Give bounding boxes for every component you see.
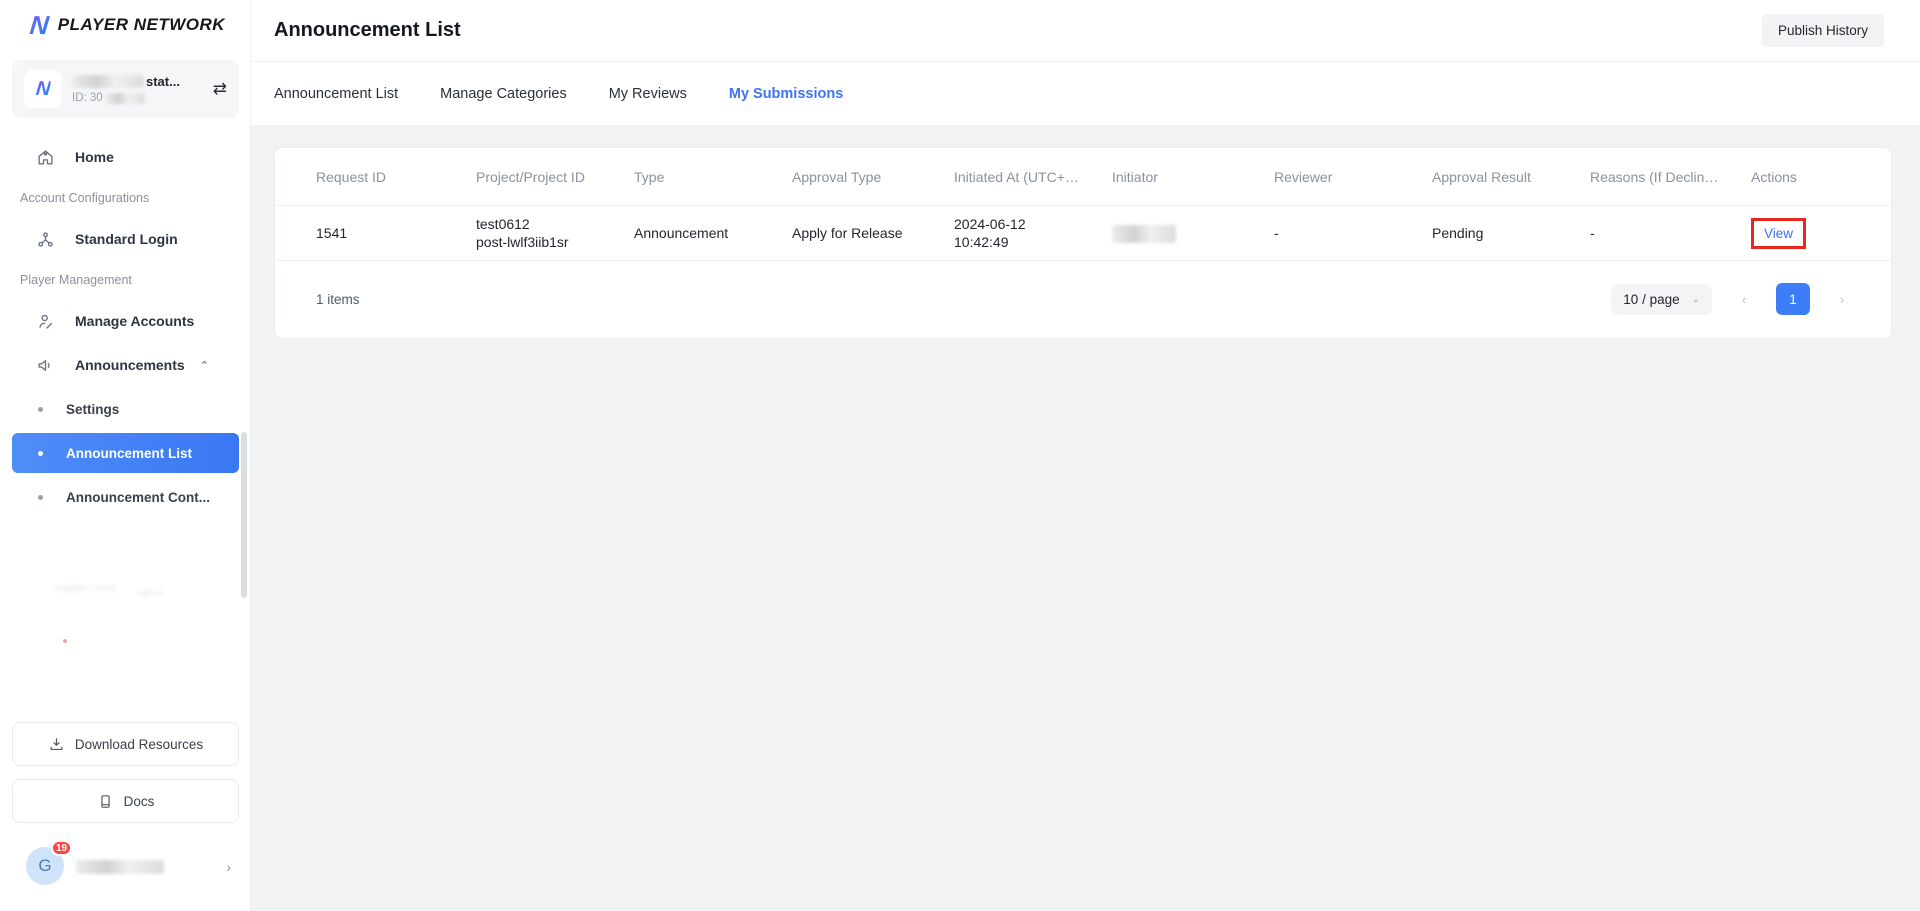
view-link[interactable]: View (1764, 226, 1793, 241)
user-edit-icon (36, 312, 55, 331)
cell-request-id: 1541 (316, 224, 476, 242)
main-content: Announcement List Publish History Announ… (251, 0, 1920, 911)
page-title: Announcement List (274, 19, 461, 42)
total-items-label: 1 items (316, 292, 360, 307)
bullet-icon (38, 407, 43, 412)
sidebar-section-account-configurations: Account Configurations (0, 179, 251, 217)
sidebar-item-announcement-list[interactable]: Announcement List (12, 433, 239, 473)
switch-account-icon[interactable]: ⇄ (213, 79, 227, 99)
col-type: Type (634, 169, 792, 185)
user-name-redacted (76, 860, 164, 874)
sidebar-item-manage-accounts[interactable]: Manage Accounts (0, 299, 251, 343)
table-footer: 1 items 10 / page ⌄ ‹ 1 › (275, 260, 1891, 338)
col-reviewer: Reviewer (1274, 169, 1432, 185)
notification-badge: 19 (51, 840, 72, 856)
col-initiated-at: Initiated At (UTC+… (954, 169, 1112, 185)
tab-my-reviews[interactable]: My Reviews (609, 86, 687, 102)
sidebar-nav: Home Account Configurations Standard Log… (0, 135, 251, 519)
table-row: 1541 test0612 post-lwlf3iib1sr Announcem… (275, 206, 1891, 261)
tab-manage-categories[interactable]: Manage Categories (440, 86, 567, 102)
chevron-up-icon: ⌃ (200, 359, 209, 372)
tab-bar: Announcement List Manage Categories My R… (251, 62, 1920, 125)
next-page-button[interactable]: › (1834, 292, 1850, 307)
page-size-select[interactable]: 10 / page ⌄ (1611, 284, 1712, 315)
redacted-smudge (136, 590, 164, 596)
main-header: Announcement List Publish History Announ… (251, 0, 1920, 125)
publish-history-button[interactable]: Publish History (1762, 14, 1884, 47)
redacted-smudge (52, 585, 116, 592)
cell-project-id: test0612 post-lwlf3iib1sr (476, 215, 634, 251)
cell-initiated-at: 2024-06-12 10:42:49 (954, 215, 1112, 251)
col-request-id: Request ID (316, 169, 476, 185)
account-name-suffix: stat... (146, 74, 180, 89)
download-resources-button[interactable]: Download Resources (12, 722, 239, 766)
sidebar-item-announcement-content[interactable]: Announcement Cont... (0, 475, 251, 519)
prev-page-button[interactable]: ‹ (1736, 292, 1752, 307)
account-switcher-card[interactable]: N stat... ID: 30 ⇄ (12, 60, 239, 118)
chevron-right-icon: › (226, 859, 231, 875)
cell-reviewer: - (1274, 224, 1432, 242)
docs-button[interactable]: Docs (12, 779, 239, 823)
page-1-button[interactable]: 1 (1776, 283, 1810, 315)
pagination: 10 / page ⌄ ‹ 1 › (1611, 283, 1850, 315)
col-initiator: Initiator (1112, 169, 1274, 185)
initiator-redacted (1112, 225, 1176, 243)
cell-approval-type: Apply for Release (792, 224, 954, 242)
share-network-icon (36, 230, 55, 249)
cell-initiator (1112, 223, 1274, 242)
annotation-highlight-box: View (1751, 218, 1806, 249)
sidebar-section-player-management: Player Management (0, 261, 251, 299)
cell-actions: View (1751, 218, 1850, 249)
sidebar-item-home[interactable]: Home (0, 135, 251, 179)
chevron-down-icon: ⌄ (1692, 294, 1700, 305)
account-name-redacted (72, 75, 144, 88)
account-id-redacted (105, 93, 145, 104)
brand-logo-icon: N (29, 12, 51, 38)
cell-reasons: - (1590, 224, 1751, 242)
col-reasons: Reasons (If Declin… (1590, 169, 1751, 185)
tab-announcement-list[interactable]: Announcement List (274, 86, 398, 102)
home-icon (36, 148, 55, 167)
sidebar-item-announcements[interactable]: Announcements ⌃ (0, 343, 251, 387)
col-approval-type: Approval Type (792, 169, 954, 185)
account-id-label: ID: 30 (72, 92, 103, 104)
speaker-icon (36, 356, 55, 375)
brand-logo-text: PLAYER NETWORK (58, 15, 225, 35)
col-actions: Actions (1751, 169, 1850, 185)
sidebar: N PLAYER NETWORK N stat... ID: 30 ⇄ Home… (0, 0, 251, 911)
account-app-icon: N (24, 70, 62, 108)
user-profile-row[interactable]: G 19 › (0, 840, 251, 894)
col-project-id: Project/Project ID (476, 169, 634, 185)
table-header-row: Request ID Project/Project ID Type Appro… (275, 148, 1891, 206)
bullet-icon (38, 451, 43, 456)
tab-my-submissions[interactable]: My Submissions (729, 86, 843, 102)
cell-type: Announcement (634, 224, 792, 242)
sidebar-item-settings[interactable]: Settings (0, 387, 251, 431)
book-icon (97, 793, 114, 810)
cell-approval-result: Pending (1432, 224, 1590, 242)
sidebar-item-standard-login[interactable]: Standard Login (0, 217, 251, 261)
col-approval-result: Approval Result (1432, 169, 1590, 185)
sidebar-scrollbar[interactable] (241, 432, 247, 598)
redacted-dot (63, 639, 67, 643)
submissions-table-card: Request ID Project/Project ID Type Appro… (274, 147, 1892, 339)
download-icon (48, 736, 65, 753)
bullet-icon (38, 495, 43, 500)
brand-logo: N PLAYER NETWORK (30, 12, 225, 38)
